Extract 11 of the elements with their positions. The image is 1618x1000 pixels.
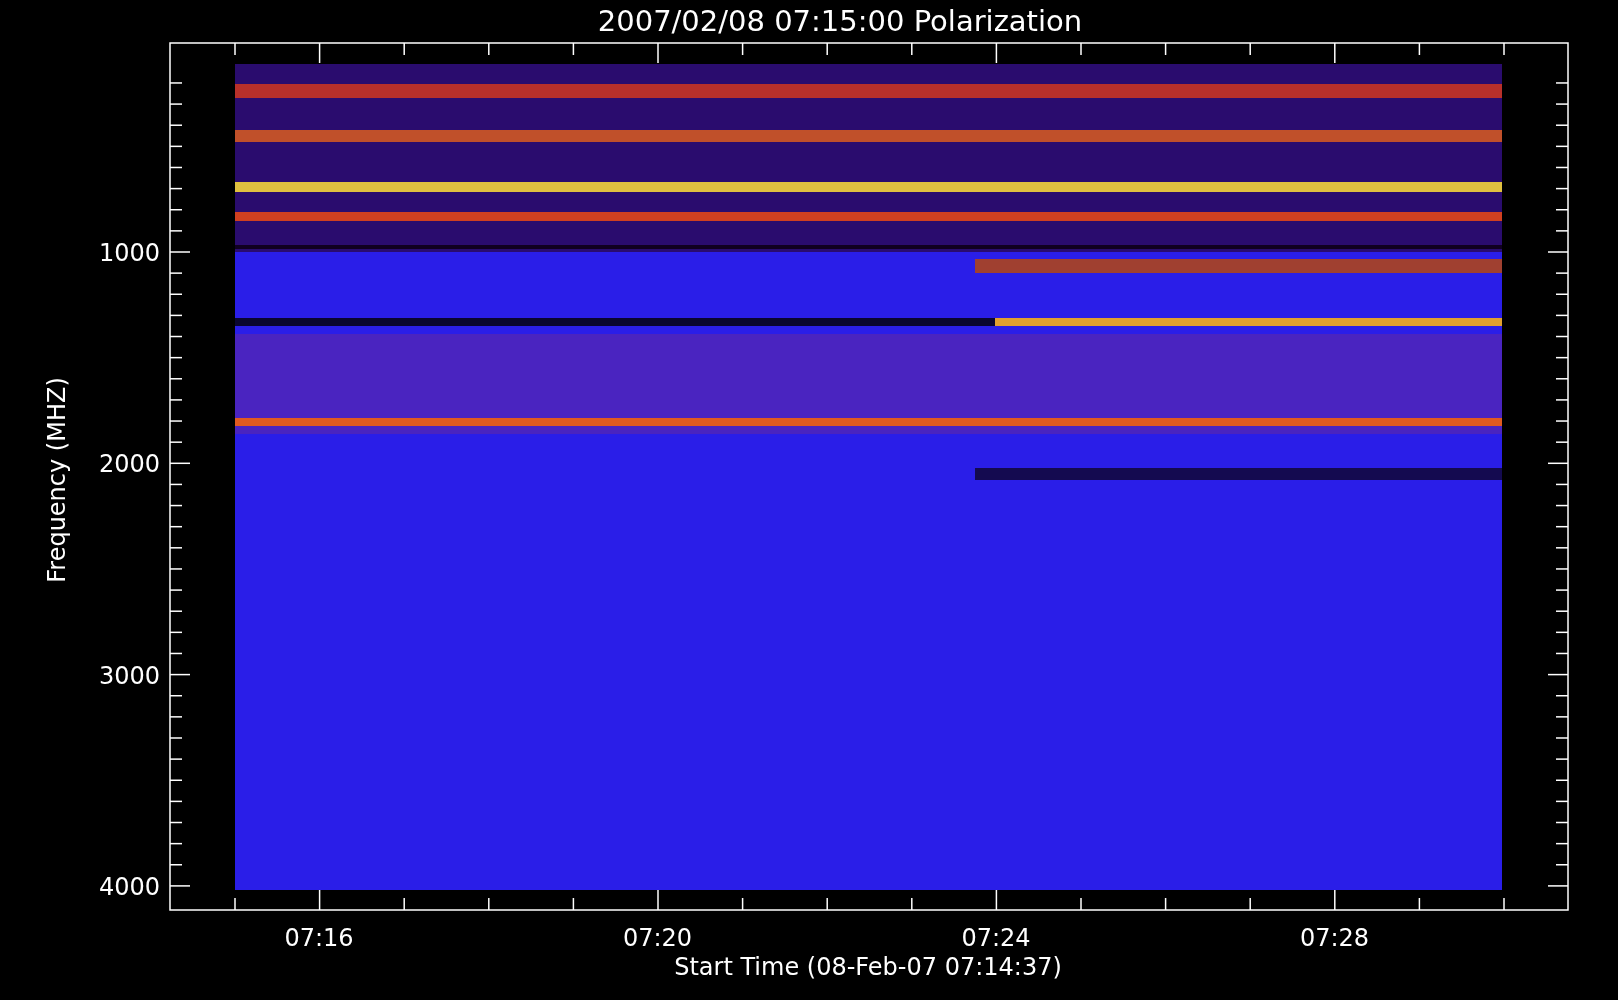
tick-label: 1000 [98,239,160,267]
tick-label: 07:24 [961,924,1031,952]
axis-label: Start Time (08-Feb-07 07:14:37) [674,953,1062,981]
tick-label: 07:16 [284,924,354,952]
tick-label: 2000 [98,450,160,479]
tick-label: 3000 [98,661,160,690]
chart-title: 2007/02/08 07:15:00 Polarization [597,4,1083,38]
tick-label: 07:28 [1299,924,1370,952]
tick-label: 4000 [98,873,160,902]
tick-label: 07:20 [622,924,693,952]
axis-label: Frequency (MHZ) [43,377,71,583]
